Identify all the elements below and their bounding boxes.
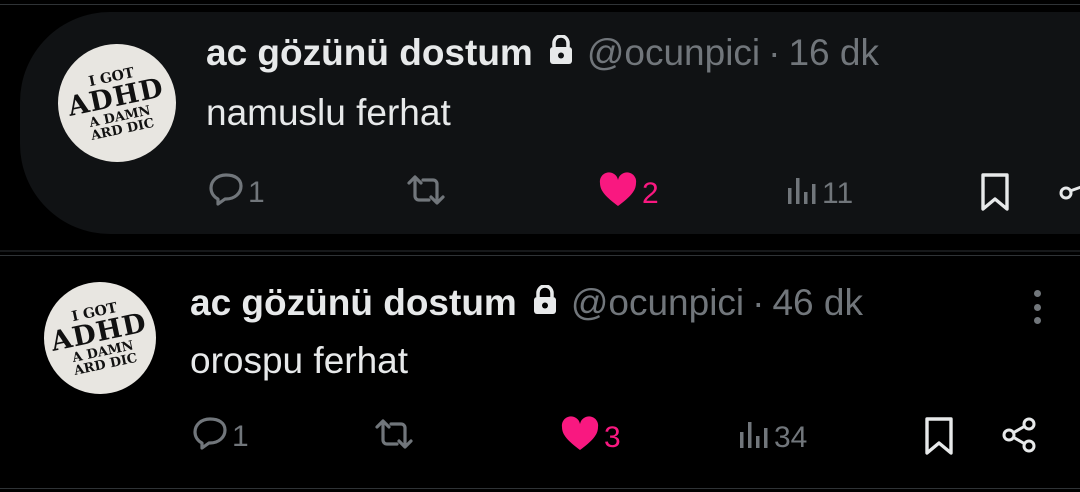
views-button[interactable]: 34	[738, 418, 807, 458]
tweet-text: namuslu ferhat	[206, 92, 451, 133]
more-options-button[interactable]	[1034, 290, 1042, 324]
user-handle[interactable]: @ocunpici	[587, 32, 760, 74]
tweet-card[interactable]: I GOT ADHD A DAMN ARD DIC ac gözünü dost…	[0, 256, 1080, 492]
heart-filled-icon	[560, 416, 600, 460]
retweet-button[interactable]	[406, 174, 450, 214]
reply-button[interactable]: 1	[208, 172, 265, 214]
reply-button[interactable]: 1	[192, 416, 249, 458]
lock-icon	[533, 282, 557, 324]
retweet-icon	[374, 418, 414, 458]
bottom-divider	[0, 488, 1080, 489]
reply-count: 1	[232, 420, 249, 453]
bookmark-icon	[924, 416, 954, 464]
views-icon	[786, 174, 818, 214]
more-icon-dot	[1034, 303, 1041, 311]
avatar[interactable]: I GOT ADHD A DAMN ARD DIC	[47, 33, 187, 173]
avatar[interactable]: I GOT ADHD A DAMN ARD DIC	[33, 271, 167, 405]
display-name[interactable]: ac gözünü dostum	[190, 282, 517, 324]
timestamp[interactable]: 46 dk	[772, 282, 863, 324]
share-icon	[1000, 416, 1038, 462]
more-icon-dot	[1034, 317, 1041, 324]
user-handle[interactable]: @ocunpici	[571, 282, 744, 324]
like-count: 3	[604, 421, 621, 454]
display-name[interactable]: ac gözünü dostum	[206, 32, 533, 74]
views-icon	[738, 418, 770, 458]
view-count: 34	[774, 421, 808, 454]
bookmark-button[interactable]	[980, 172, 1010, 220]
like-button[interactable]: 2	[598, 172, 659, 216]
retweet-icon	[406, 174, 446, 214]
tweet-text: orospu ferhat	[190, 340, 409, 381]
more-icon-dot	[1034, 290, 1041, 297]
reply-count: 1	[248, 176, 265, 209]
share-icon	[1058, 178, 1080, 216]
tweet-header: ac gözünü dostum @ocunpici · 46 dk	[190, 282, 863, 324]
bookmark-icon	[980, 172, 1010, 220]
share-button[interactable]	[1000, 416, 1038, 462]
lock-icon	[549, 32, 573, 74]
tweet-header: ac gözünü dostum @ocunpici · 16 dk	[206, 32, 879, 74]
divider	[0, 250, 1080, 252]
like-button[interactable]: 3	[560, 416, 621, 460]
tweet-card[interactable]: I GOT ADHD A DAMN ARD DIC ac gözünü dost…	[20, 12, 1080, 234]
separator-dot: ·	[768, 32, 781, 73]
heart-filled-icon	[598, 172, 638, 216]
retweet-button[interactable]	[374, 418, 418, 458]
share-button[interactable]	[1058, 178, 1080, 216]
bookmark-button[interactable]	[924, 416, 954, 464]
view-count: 11	[822, 177, 854, 210]
reply-icon	[192, 416, 228, 458]
separator-dot: ·	[752, 282, 765, 323]
timestamp[interactable]: 16 dk	[788, 32, 879, 74]
like-count: 2	[642, 177, 659, 210]
reply-icon	[208, 172, 244, 214]
top-divider	[0, 4, 1080, 5]
views-button[interactable]: 11	[786, 174, 853, 214]
